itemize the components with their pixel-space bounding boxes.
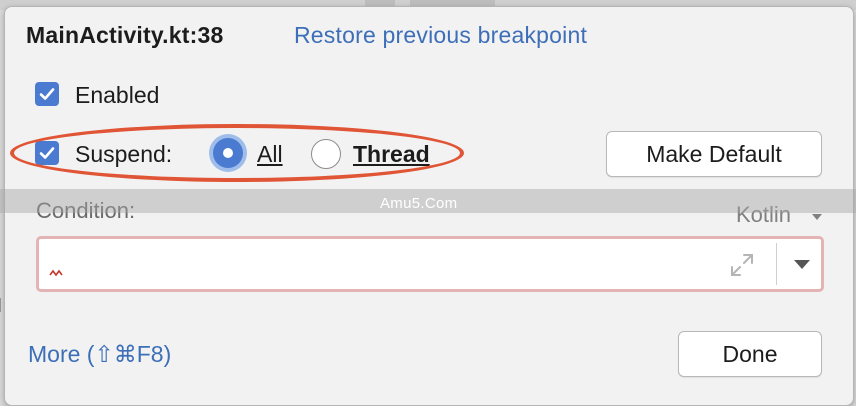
language-dropdown-icon[interactable] [812,214,822,220]
field-divider [776,243,777,285]
checkbox-checked-icon [39,147,55,159]
suspend-checkbox[interactable] [35,141,59,165]
suspend-thread-radio[interactable] [311,139,341,169]
expand-icon[interactable] [729,252,755,278]
more-link[interactable]: More (⇧⌘F8) [28,341,171,368]
checkbox-checked-icon [39,88,55,100]
suspend-label: Suspend: [75,141,173,167]
suspend-thread-label[interactable]: Thread [353,141,430,168]
condition-input[interactable] [41,241,775,289]
error-squiggle-icon [49,269,63,277]
make-default-button[interactable]: Make Default [606,131,822,177]
done-button[interactable]: Done [678,331,822,377]
condition-field[interactable] [36,236,824,292]
breakpoint-title: MainActivity.kt:38 [26,22,224,48]
enabled-label: Enabled [75,82,160,108]
suspend-all-radio[interactable] [213,138,243,168]
watermark-text: Amu5.Com [380,195,458,212]
suspend-all-label[interactable]: All [257,141,283,168]
background-divider [0,298,1,312]
enabled-checkbox[interactable] [35,82,59,106]
dropdown-arrow-icon[interactable] [794,260,810,269]
restore-breakpoint-link[interactable]: Restore previous breakpoint [294,22,587,49]
